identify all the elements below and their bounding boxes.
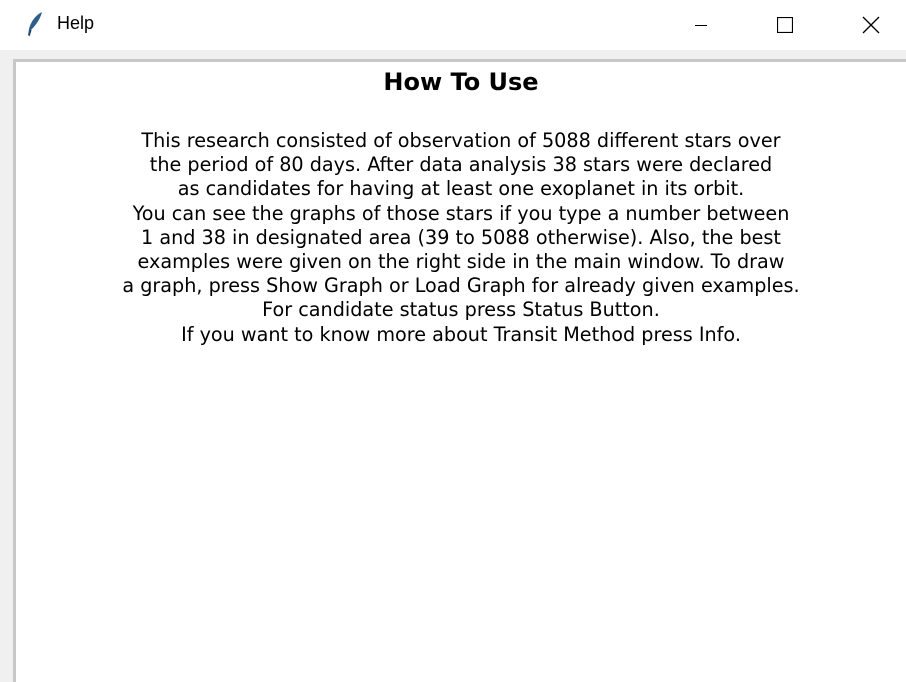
help-line: You can see the graphs of those stars if… <box>132 201 790 225</box>
help-line: 1 and 38 in designated area (39 to 5088 … <box>141 225 781 249</box>
window-title: Help <box>57 13 95 33</box>
help-line: the period of 80 days. After data analys… <box>149 153 773 177</box>
close-icon <box>862 16 880 34</box>
maximize-button[interactable] <box>762 0 808 50</box>
help-line: If you want to know more about Transit M… <box>181 322 741 346</box>
maximize-icon <box>777 17 793 33</box>
minimize-icon <box>695 19 707 31</box>
help-line: This research consisted of observation o… <box>141 129 781 152</box>
help-window: Help How To Use This research consisted … <box>0 0 906 682</box>
page-title: How To Use <box>383 68 539 96</box>
help-body-text: This research consisted of observation o… <box>16 129 906 347</box>
minimize-button[interactable] <box>678 0 724 50</box>
help-text-area: How To Use This research consisted of ob… <box>13 59 906 682</box>
help-line: For candidate status press Status Button… <box>262 298 660 322</box>
title-bar[interactable]: Help <box>0 0 906 50</box>
feather-icon <box>26 11 44 37</box>
close-button[interactable] <box>848 0 894 50</box>
help-line: a graph, press Show Graph or Load Graph … <box>122 274 800 298</box>
help-line: examples were given on the right side in… <box>137 250 785 274</box>
help-line: as candidates for having at least one ex… <box>177 177 745 201</box>
